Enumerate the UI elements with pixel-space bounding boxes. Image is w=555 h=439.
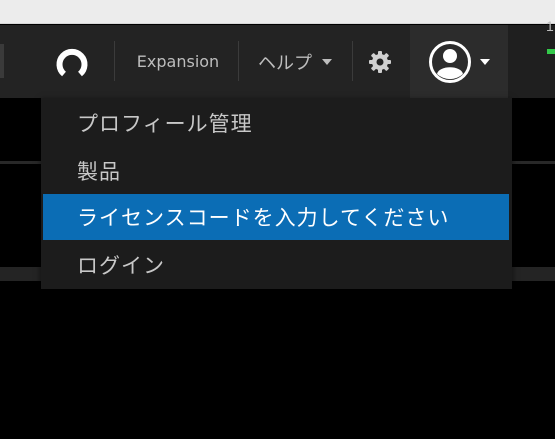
toolbar-separator: [352, 41, 353, 81]
expansion-button[interactable]: Expansion: [122, 25, 234, 98]
menu-item-profile[interactable]: プロフィール管理: [43, 100, 509, 146]
window-top-strip: [0, 0, 555, 24]
right-panel-value: 1: [546, 18, 554, 34]
logo-button[interactable]: [44, 25, 100, 98]
menu-item-products[interactable]: 製品: [43, 148, 509, 194]
gear-icon: [369, 50, 391, 73]
chevron-down-icon: [480, 58, 490, 65]
menu-item-label: ログイン: [77, 254, 165, 278]
expansion-label: Expansion: [136, 52, 220, 71]
user-circle-icon: [429, 40, 471, 83]
menu-item-label: ライセンスコードを入力してください: [77, 206, 450, 230]
menu-item-license-code[interactable]: ライセンスコードを入力してください: [43, 194, 509, 240]
ring-logo-icon: [56, 48, 88, 76]
help-menu-button[interactable]: ヘルプ: [242, 25, 348, 98]
settings-button[interactable]: [356, 25, 404, 98]
user-menu-button[interactable]: [410, 25, 508, 98]
menu-item-label: プロフィール管理: [77, 112, 253, 136]
top-toolbar: Expansion ヘルプ: [0, 25, 555, 98]
menu-item-label: 製品: [77, 160, 121, 184]
user-dropdown-menu: プロフィール管理 製品 ライセンスコードを入力してください ログイン: [41, 98, 512, 289]
toolbar-separator: [238, 41, 239, 81]
menu-item-login[interactable]: ログイン: [43, 242, 509, 288]
chevron-down-icon: [322, 58, 332, 65]
status-indicator: [547, 49, 555, 54]
help-label: ヘルプ: [258, 52, 312, 74]
toolbar-right-panel: [508, 25, 555, 98]
toolbar-left-edge: [0, 44, 4, 78]
toolbar-separator: [114, 41, 115, 81]
